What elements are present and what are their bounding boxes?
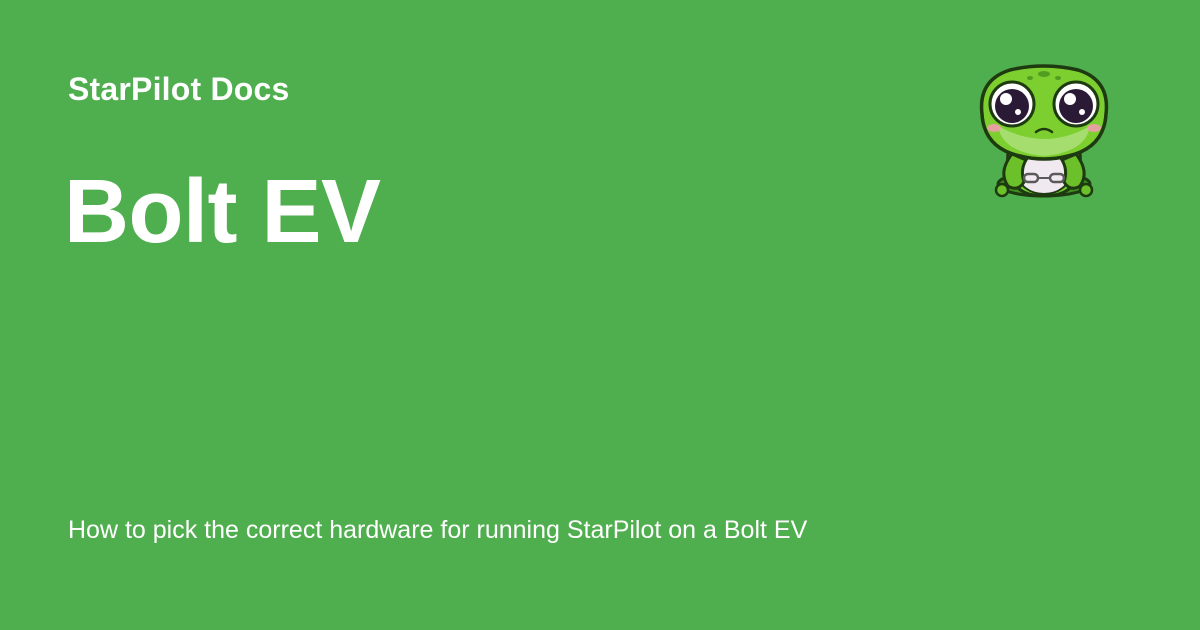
social-card: StarPilot Docs Bolt EV How to pick the c… [0, 0, 1200, 630]
site-name: StarPilot Docs [68, 71, 290, 107]
page-description: How to pick the correct hardware for run… [68, 516, 808, 544]
frog-mascot-icon [979, 64, 1109, 198]
page-title: Bolt EV [64, 162, 381, 262]
